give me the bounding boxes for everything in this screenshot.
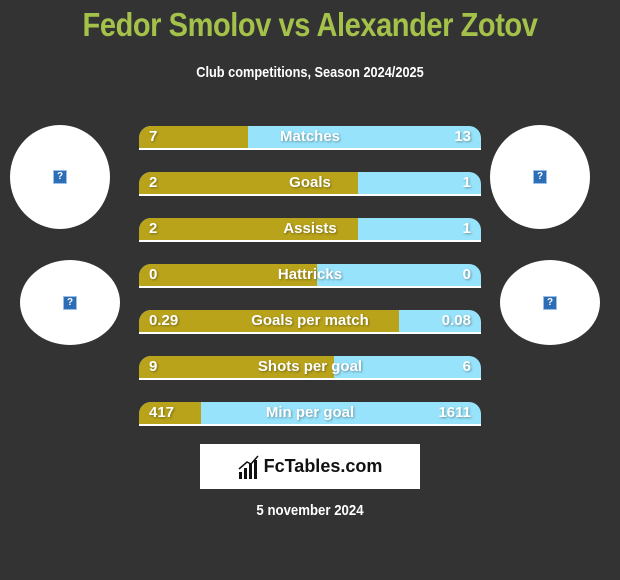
missing-image-icon: ? <box>543 295 557 310</box>
missing-image-icon: ? <box>533 170 547 184</box>
left-player-photo: ? <box>10 125 110 229</box>
right-value: 0 <box>462 266 471 283</box>
right-value: 1611 <box>438 404 471 421</box>
stat-label: Shots per goal <box>257 358 363 375</box>
missing-image-icon: ? <box>63 295 77 310</box>
left-value: 417 <box>149 404 175 421</box>
brand-name: FcTables.com <box>263 456 383 476</box>
stat-row-assists: Assists 2 1 <box>139 218 481 242</box>
stat-row-hattricks: Hattricks 0 0 <box>139 264 481 288</box>
right-value: 1 <box>462 220 471 237</box>
stat-label: Min per goal <box>265 404 355 421</box>
left-value: 0 <box>149 266 158 283</box>
left-value: 2 <box>149 220 158 237</box>
stat-label: Hattricks <box>277 266 343 283</box>
stat-row-goals-per-match: Goals per match 0.29 0.08 <box>139 310 481 334</box>
left-value: 2 <box>149 174 158 191</box>
right-value: 13 <box>454 128 471 145</box>
stat-row-min-per-goal: Min per goal 417 1611 <box>139 402 481 426</box>
competition-subtitle: Club competitions, Season 2024/2025 <box>196 64 424 81</box>
right-value: 6 <box>462 358 471 375</box>
bar-chart-icon <box>238 455 259 479</box>
stat-row-matches: Matches 7 13 <box>139 126 481 150</box>
right-player-photo: ? <box>490 125 590 229</box>
left-value: 7 <box>149 128 158 145</box>
stat-label: Goals per match <box>251 312 369 329</box>
right-value: 1 <box>462 174 471 191</box>
missing-image-icon: ? <box>53 170 67 184</box>
page-title: Fedor Smolov vs Alexander Zotov <box>82 6 538 43</box>
right-value: 0.08 <box>441 312 471 329</box>
report-date: 5 november 2024 <box>256 502 364 519</box>
left-club-logo: ? <box>20 260 120 345</box>
left-value: 0.29 <box>149 312 179 329</box>
left-value: 9 <box>149 358 158 375</box>
stat-row-goals: Goals 2 1 <box>139 172 481 196</box>
right-club-logo: ? <box>500 260 600 345</box>
stat-row-shots-per-goal: Shots per goal 9 6 <box>139 356 481 380</box>
fctables-logo[interactable]: FcTables.com <box>200 444 420 489</box>
stat-label: Matches <box>279 128 341 145</box>
stat-label: Goals <box>289 174 331 191</box>
stat-label: Assists <box>283 220 337 237</box>
